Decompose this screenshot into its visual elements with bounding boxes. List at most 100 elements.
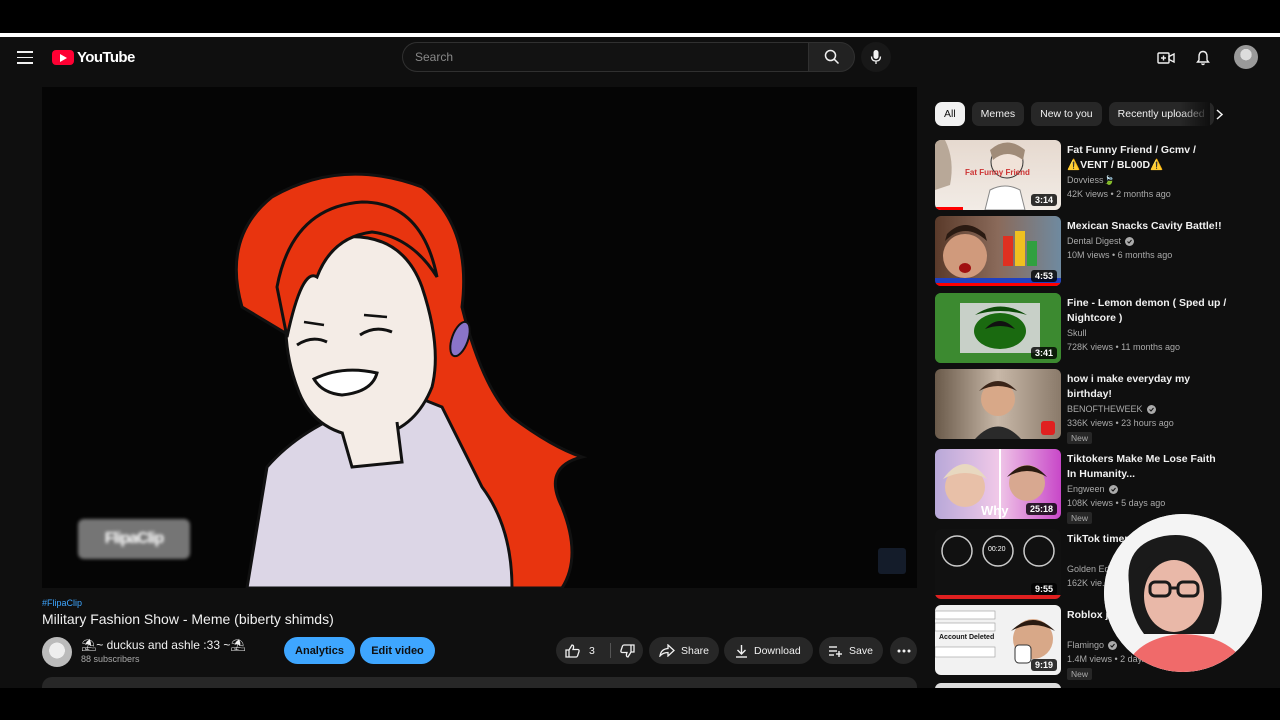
more-horizontal-icon [897, 649, 910, 652]
video-frame-illustration [42, 87, 917, 588]
video-thumbnail[interactable]: 4:53 [935, 216, 1061, 286]
download-button[interactable]: Download [724, 637, 813, 664]
video-title[interactable]: Tiktokers Make Me Lose Faith In Humanity… [1067, 452, 1227, 482]
bell-icon [1196, 50, 1210, 66]
search-box [402, 42, 808, 72]
video-channel-name: Engween [1067, 484, 1105, 494]
video-channel-name: Skull [1067, 328, 1087, 338]
new-badge: New [1067, 668, 1093, 680]
video-title[interactable]: how i make everyday my birthday! [1067, 372, 1227, 402]
video-duration: 25:18 [1025, 503, 1057, 515]
video-thumbnail[interactable]: 00:20 9:55 [935, 529, 1061, 599]
chips-next-button[interactable] [1208, 103, 1230, 125]
watch-progress [935, 283, 1061, 286]
video-channel-name: Dovviess🍃 [1067, 175, 1115, 185]
video-title[interactable]: Mexican Snacks Cavity Battle!! [1067, 219, 1227, 234]
video-thumbnail[interactable]: Fat Funny Friend 3:14 [935, 140, 1061, 210]
chip-all[interactable]: All [935, 102, 965, 126]
video-title[interactable]: Fat Funny Friend / Gcmv / ⚠️VENT / BL00D… [1067, 143, 1227, 173]
new-badge: New [1067, 512, 1093, 524]
share-button[interactable]: Share [649, 637, 719, 664]
share-icon [659, 644, 675, 657]
logo-text: YouTube [77, 49, 135, 66]
video-player[interactable]: FlipaClip [42, 87, 917, 588]
video-meta: 42K views • 2 months ago [1067, 189, 1171, 199]
video-channel[interactable]: Dental Digest [1067, 236, 1135, 246]
video-channel[interactable]: Skull [1067, 328, 1087, 338]
video-meta: 162K vie... [1067, 578, 1110, 588]
video-duration: 4:53 [1030, 270, 1057, 282]
voice-search-button[interactable] [861, 42, 891, 72]
video-duration: 9:55 [1030, 583, 1057, 595]
search-button[interactable] [808, 42, 855, 72]
like-button[interactable]: 3 [556, 637, 610, 664]
video-title[interactable]: Fine - Lemon demon ( Sped up / Nightcore… [1067, 296, 1227, 326]
video-meta: 336K views • 23 hours ago [1067, 418, 1174, 428]
save-button[interactable]: Save [819, 637, 883, 664]
webcam-overlay [1104, 514, 1262, 672]
notifications-button[interactable] [1192, 47, 1214, 69]
thumbs-up-icon [565, 643, 580, 658]
video-channel-name: Flamingo [1067, 640, 1105, 650]
video-channel[interactable]: BENOFTHEWEEK [1067, 404, 1156, 414]
top-letterbox [0, 0, 1280, 33]
video-duration: 9:19 [1030, 659, 1057, 671]
verified-icon [1108, 484, 1118, 494]
new-badge: New [1067, 432, 1093, 444]
video-channel-name: Dental Digest [1067, 236, 1122, 246]
video-channel-name: BENOFTHEWEEK [1067, 404, 1143, 414]
create-button[interactable] [1155, 47, 1177, 69]
video-meta: 108K views • 5 days ago [1067, 498, 1166, 508]
youtube-play-icon [52, 50, 74, 65]
verified-icon [1125, 236, 1135, 246]
chip-new-to-you[interactable]: New to you [1031, 102, 1102, 126]
menu-icon[interactable] [17, 51, 33, 64]
video-duration: 3:41 [1030, 347, 1057, 359]
thumbnail-text: 00:20 [988, 546, 1006, 553]
like-dislike-group: 3 [556, 637, 643, 664]
video-channel[interactable]: Engween [1067, 484, 1118, 494]
subscriber-count: 88 subscribers [81, 654, 140, 664]
youtube-logo[interactable]: YouTube [52, 49, 135, 66]
recommended-video[interactable]: 4:53 Mexican Snacks Cavity Battle!! Dent… [935, 216, 1235, 286]
youtube-app: YouTube Search FlipaClip #FlipaClip Mili… [0, 37, 1280, 688]
thumbnail-text: Account Deleted [939, 634, 995, 641]
recommended-video[interactable]: how i make everyday my birthday! BENOFTH… [935, 369, 1235, 444]
analytics-button[interactable]: Analytics [284, 637, 355, 664]
share-label: Share [681, 644, 710, 657]
thumbs-down-icon [619, 643, 635, 658]
download-label: Download [754, 644, 801, 657]
video-meta: 728K views • 11 months ago [1067, 342, 1181, 352]
video-thumbnail[interactable] [935, 369, 1061, 439]
account-avatar[interactable] [1234, 45, 1258, 69]
video-title: Military Fashion Show - Meme (biberty sh… [42, 611, 334, 627]
recommended-video[interactable]: Why 25:18 Tiktokers Make Me Lose Faith I… [935, 449, 1235, 524]
edit-video-button[interactable]: Edit video [360, 637, 435, 664]
video-channel[interactable]: Flamingo [1067, 640, 1118, 650]
verified-icon [1146, 404, 1156, 414]
search-icon [824, 49, 839, 65]
video-channel[interactable]: Dovviess🍃 [1067, 175, 1115, 186]
video-thumbnail[interactable]: 3:41 [935, 293, 1061, 363]
video-hashtag[interactable]: #FlipaClip [42, 598, 82, 608]
search-input[interactable] [403, 43, 808, 71]
description-box[interactable] [42, 677, 917, 688]
video-duration: 3:14 [1030, 194, 1057, 206]
video-thumbnail[interactable]: Why 25:18 [935, 449, 1061, 519]
like-count: 3 [589, 644, 595, 657]
flipaclip-watermark: FlipaClip [78, 519, 190, 559]
webcam-person-illustration [1104, 514, 1262, 672]
watch-progress [935, 207, 963, 210]
channel-name[interactable]: ⛱~ duckus and ashle :33 ~⛱ [81, 638, 246, 652]
video-thumbnail[interactable]: Account Deleted 9:19 [935, 605, 1061, 675]
chip-memes[interactable]: Memes [971, 102, 1025, 126]
video-meta: 10M views • 6 months ago [1067, 250, 1173, 260]
channel-watermark[interactable] [878, 548, 906, 574]
add-to-playlist-icon [829, 645, 842, 657]
recommended-video[interactable]: 3:41 Fine - Lemon demon ( Sped up / Nigh… [935, 293, 1235, 363]
dislike-button[interactable] [611, 637, 643, 664]
channel-avatar[interactable] [42, 637, 72, 667]
save-label: Save [849, 644, 873, 657]
recommended-video[interactable]: Fat Funny Friend 3:14 Fat Funny Friend /… [935, 140, 1235, 210]
more-actions-button[interactable] [890, 637, 917, 664]
